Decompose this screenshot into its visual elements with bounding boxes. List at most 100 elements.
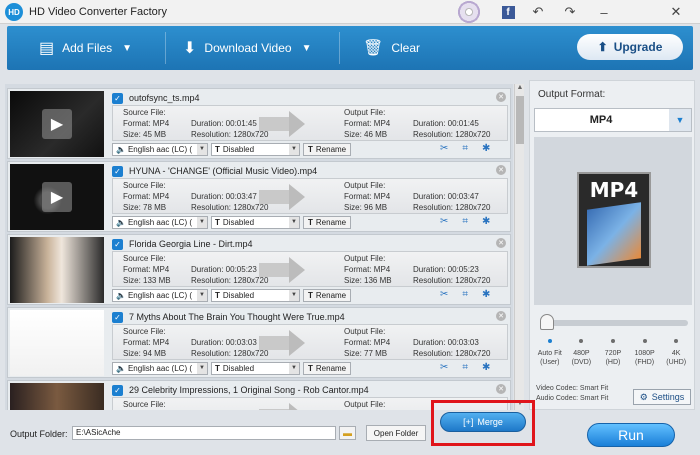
merge-label: Merge	[477, 417, 503, 427]
convert-arrow	[259, 263, 290, 277]
folder-icon[interactable]: ▬	[339, 426, 356, 440]
file-checkbox[interactable]: ✓	[112, 384, 123, 396]
close-icon[interactable]: ✕	[660, 0, 692, 24]
file-item[interactable]: ✓ 7 Myths About The Brain You Thought We…	[7, 307, 511, 378]
play-icon[interactable]: ▶	[42, 109, 72, 139]
scroll-thumb[interactable]	[516, 96, 524, 144]
slider-handle[interactable]	[540, 314, 554, 330]
output-format: Format: MP4	[344, 119, 391, 128]
audio-track-select[interactable]: 🔈 English aac (LC) ( ▼	[112, 289, 208, 302]
output-format: Format: MP4	[344, 192, 391, 201]
subtitle-select[interactable]: T Disabled ▼	[211, 362, 300, 375]
run-button[interactable]: Run	[587, 423, 675, 447]
source-format: Format: MP4	[123, 265, 170, 274]
clear-button[interactable]: 🗑 Clear	[363, 26, 420, 70]
chevron-down-icon[interactable]: ▼	[122, 43, 132, 54]
audio-track-select[interactable]: 🔈 English aac (LC) ( ▼	[112, 143, 208, 156]
quality-dot[interactable]	[579, 339, 584, 343]
settings-button[interactable]: ⚙ Settings	[633, 389, 691, 405]
video-thumbnail[interactable]	[10, 310, 104, 376]
effects-icon[interactable]: ✱	[482, 216, 490, 227]
rename-button[interactable]: T Rename	[303, 216, 352, 229]
crop-icon[interactable]: ⌗	[462, 216, 468, 227]
subtitle-select[interactable]: T Disabled ▼	[211, 216, 300, 229]
source-size: Size: 78 MB	[123, 203, 167, 212]
download-video-button[interactable]: ⬇ Download Video ▼	[183, 26, 312, 70]
download-icon: ⬇	[183, 40, 197, 57]
quality-level-label[interactable]: 720P (HD)	[598, 349, 628, 367]
remove-file-icon[interactable]: ✕	[496, 165, 506, 175]
file-checkbox[interactable]: ✓	[112, 92, 123, 104]
quality-level-label[interactable]: 4K (UHD)	[661, 349, 691, 367]
merge-button[interactable]: [+] Merge	[440, 412, 526, 432]
rename-button[interactable]: T Rename	[303, 143, 352, 156]
remove-file-icon[interactable]: ✕	[496, 238, 506, 248]
audio-track-select[interactable]: 🔈 English aac (LC) ( ▼	[112, 216, 208, 229]
share-icon[interactable]: ↷	[554, 0, 586, 24]
file-item[interactable]: ▶ ✓ HYUNA - 'CHANGE' (Official Music Vid…	[7, 161, 511, 232]
video-thumbnail[interactable]: ▶	[10, 164, 104, 230]
remove-file-icon[interactable]: ✕	[496, 311, 506, 321]
chevron-down-icon[interactable]: ▼	[302, 43, 312, 54]
clear-label: Clear	[391, 41, 420, 55]
effects-icon[interactable]: ✱	[482, 143, 490, 154]
scissors-icon[interactable]: ✂	[440, 216, 448, 227]
subtitle-icon: T	[215, 291, 220, 300]
file-item[interactable]: ✓ Florida Georgia Line - Dirt.mp4 ✕ Sour…	[7, 234, 511, 305]
chevron-down-icon[interactable]: ▼	[669, 109, 691, 131]
quality-level-label[interactable]: 1080P (FHD)	[630, 349, 660, 367]
subtitle-select[interactable]: T Disabled ▼	[211, 289, 300, 302]
file-checkbox[interactable]: ✓	[112, 238, 123, 250]
add-files-label: Add Files	[62, 41, 113, 55]
merge-icon: [+]	[463, 417, 474, 427]
file-checkbox[interactable]: ✓	[112, 165, 123, 177]
output-format-select[interactable]: MP4 ▼	[534, 108, 692, 132]
video-thumbnail[interactable]	[10, 383, 104, 410]
source-duration: Duration: 00:01:45	[191, 119, 257, 128]
remove-file-icon[interactable]: ✕	[496, 384, 506, 394]
rename-icon: T	[308, 218, 313, 227]
crop-icon[interactable]: ⌗	[462, 143, 468, 154]
effects-icon[interactable]: ✱	[482, 289, 490, 300]
source-duration: Duration: 00:05:23	[191, 265, 257, 274]
file-list-scrollbar[interactable]: ▲ ▼	[514, 84, 524, 410]
quality-level-label[interactable]: 480P (DVD)	[566, 349, 596, 367]
source-size: Size: 45 MB	[123, 130, 167, 139]
source-format: Format: MP4	[123, 119, 170, 128]
quality-level-label[interactable]: Auto Fit (User)	[535, 349, 565, 367]
file-checkbox[interactable]: ✓	[112, 311, 123, 323]
quality-slider[interactable]: Auto Fit (User) 480P (DVD) 720P (HD) 1080P (FHD…	[534, 311, 692, 371]
scissors-icon[interactable]: ✂	[440, 362, 448, 373]
effects-icon[interactable]: ✱	[482, 362, 490, 373]
subtitle-select[interactable]: T Disabled ▼	[211, 143, 300, 156]
upgrade-button[interactable]: ⬆ Upgrade	[577, 34, 683, 60]
scissors-icon[interactable]: ✂	[440, 289, 448, 300]
mp4-format-art: MP4	[577, 172, 651, 268]
format-preview: MP4	[534, 137, 692, 305]
output-duration: Duration: 00:01:45	[413, 119, 479, 128]
rename-button[interactable]: T Rename	[303, 289, 352, 302]
output-folder-input[interactable]: E:\ASicAche	[72, 426, 336, 440]
rename-button[interactable]: T Rename	[303, 362, 352, 375]
audio-track-select[interactable]: 🔈 English aac (LC) ( ▼	[112, 362, 208, 375]
play-icon[interactable]: ▶	[42, 182, 72, 212]
slider-track[interactable]	[544, 320, 688, 326]
quality-dot[interactable]	[547, 339, 552, 343]
remove-file-icon[interactable]: ✕	[496, 92, 506, 102]
scroll-up-icon[interactable]: ▲	[515, 84, 525, 94]
facebook-icon[interactable]: f	[492, 0, 524, 24]
video-thumbnail[interactable]: ▶	[10, 91, 104, 157]
minimize-icon[interactable]: –	[588, 0, 620, 24]
add-files-button[interactable]: ▤ Add Files ▼	[39, 26, 132, 70]
quality-dot[interactable]	[674, 339, 679, 343]
crop-icon[interactable]: ⌗	[462, 362, 468, 373]
quality-dot[interactable]	[610, 339, 615, 343]
crop-icon[interactable]: ⌗	[462, 289, 468, 300]
quality-dot[interactable]	[642, 339, 647, 343]
open-folder-button[interactable]: Open Folder	[366, 425, 426, 441]
video-thumbnail[interactable]	[10, 237, 104, 303]
undo-icon[interactable]: ↶	[522, 0, 554, 24]
file-item[interactable]: ▶ ✓ outofsync_ts.mp4 ✕ Source File: Form…	[7, 88, 511, 159]
file-info: Source File: Format: MP4 Size: 133 MB Du…	[112, 251, 508, 287]
scissors-icon[interactable]: ✂	[440, 143, 448, 154]
